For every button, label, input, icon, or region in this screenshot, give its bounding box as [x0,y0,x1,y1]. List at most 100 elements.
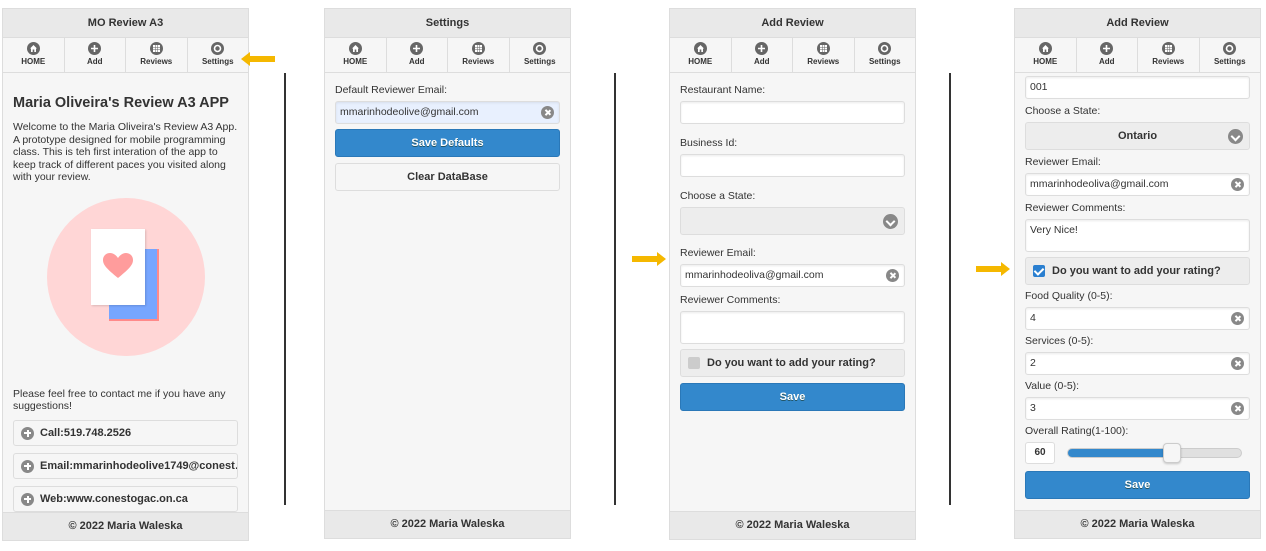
nav-home[interactable]: HOME [3,38,65,72]
nav-settings[interactable]: Settings [510,38,571,72]
footer: © 2022 Maria Waleska [670,511,915,539]
clear-icon[interactable] [1231,402,1244,415]
nav-add[interactable]: Add [65,38,126,72]
plus-icon [88,42,102,55]
plus-icon [1100,42,1114,55]
nav-settings-label: Settings [1213,57,1246,66]
value-input[interactable]: 3 [1025,397,1250,420]
home-screen: MO Review A3 HOME Add Reviews Settings M… [2,8,249,541]
nav-settings[interactable]: Settings [188,38,249,72]
state-select[interactable]: Ontario [1025,122,1250,150]
value-value: 3 [1030,402,1036,414]
nav-home[interactable]: HOME [1015,38,1077,72]
business-label: Business Id: [680,137,738,149]
rating-checkbox[interactable]: Do you want to add your rating? [680,349,905,377]
card-front-shape [90,228,145,305]
nav-settings[interactable]: Settings [1200,38,1261,72]
chevron-down-icon [883,214,898,229]
nav-home[interactable]: HOME [325,38,387,72]
clear-icon[interactable] [886,269,899,282]
email-value: mmarinhodeoliva@gmail.com [685,269,824,281]
page-title: Add Review [670,9,915,38]
default-email-value: mmarinhodeolive@gmail.com [340,106,479,118]
nav-home-label: HOME [21,57,46,66]
state-label: Choose a State: [1025,105,1101,117]
nav-reviews[interactable]: Reviews [448,38,510,72]
save-button[interactable]: Save [1025,471,1250,499]
overall-slider[interactable]: 60 [1025,442,1250,464]
contact-web-label: Web:www.conestogac.on.ca [40,492,188,505]
nav-reviews[interactable]: Reviews [793,38,855,72]
food-input[interactable]: 4 [1025,307,1250,330]
divider-line [949,73,951,505]
home-icon [26,42,40,55]
plus-icon [21,459,34,473]
chevron-down-icon [1228,129,1243,144]
food-label: Food Quality (0-5): [1025,290,1113,302]
comments-label: Reviewer Comments: [680,294,781,306]
clear-icon[interactable] [1231,178,1244,191]
home-icon [348,42,362,55]
page-title: Settings [325,9,570,38]
arrow-left-icon [241,52,275,66]
nav-home-label: HOME [1033,57,1058,66]
nav-add[interactable]: Add [1077,38,1138,72]
contact-email[interactable]: Email:mmarinhodeolive1749@conest… [13,452,238,479]
state-label: Choose a State: [680,190,756,202]
state-select[interactable] [680,207,905,235]
page-title: Add Review [1015,9,1260,38]
comments-textarea[interactable]: Very Nice! [1025,219,1250,252]
grid-icon [471,42,485,55]
nav-reviews[interactable]: Reviews [126,38,188,72]
footer: © 2022 Maria Waleska [3,512,248,540]
slider-handle[interactable] [1162,443,1181,463]
business-input[interactable]: 001 [1025,76,1250,99]
nav-add[interactable]: Add [387,38,448,72]
email-label: Reviewer Email: [1025,156,1101,168]
overall-value-input[interactable]: 60 [1025,442,1055,464]
contact-web[interactable]: Web:www.conestogac.on.ca [13,485,238,512]
checkbox-icon [688,357,700,369]
slider-track[interactable] [1067,443,1242,463]
nav-add-label: Add [753,57,770,66]
navbar: HOME Add Reviews Settings [3,38,248,73]
gear-icon [878,42,892,55]
navbar: HOME Add Reviews Settings [325,38,570,73]
clear-database-button[interactable]: Clear DataBase [335,163,560,191]
contact-call[interactable]: Call:519.748.2526 [13,419,238,446]
gear-icon [211,42,225,55]
save-defaults-button[interactable]: Save Defaults [335,129,560,157]
business-input[interactable] [680,154,905,177]
plus-icon [21,426,34,440]
add-review-screen-empty: Add Review HOME Add Reviews Settings Res… [669,8,916,540]
nav-add-label: Add [408,57,425,66]
clear-icon[interactable] [1231,312,1244,325]
services-input[interactable]: 2 [1025,352,1250,375]
comments-textarea[interactable] [680,311,905,344]
add-review-screen-filled: Add Review HOME Add Reviews Settings 001… [1014,8,1261,539]
nav-add[interactable]: Add [732,38,793,72]
clear-icon[interactable] [541,106,554,119]
clear-icon[interactable] [1231,357,1244,370]
nav-reviews[interactable]: Reviews [1138,38,1200,72]
nav-settings[interactable]: Settings [855,38,916,72]
plus-icon [21,492,34,506]
default-email-field[interactable]: mmarinhodeolive@gmail.com [335,101,560,124]
save-button[interactable]: Save [680,383,905,411]
rating-question: Do you want to add your rating? [1052,265,1221,277]
services-value: 2 [1030,357,1036,369]
page-title: MO Review A3 [3,9,248,38]
email-input[interactable]: mmarinhodeoliva@gmail.com [1025,173,1250,196]
state-select-value: Ontario [1117,130,1158,142]
home-icon [693,42,707,55]
checkbox-checked-icon [1033,265,1045,277]
comments-label: Reviewer Comments: [1025,202,1126,214]
nav-home[interactable]: HOME [670,38,732,72]
restaurant-input[interactable] [680,101,905,124]
arrow-right-icon [632,252,666,266]
rating-checkbox[interactable]: Do you want to add your rating? [1025,257,1250,285]
value-label: Value (0-5): [1025,380,1080,392]
contact-text: Please feel free to contact me if you ha… [13,387,226,413]
email-input[interactable]: mmarinhodeoliva@gmail.com [680,264,905,287]
footer: © 2022 Maria Waleska [325,510,570,538]
